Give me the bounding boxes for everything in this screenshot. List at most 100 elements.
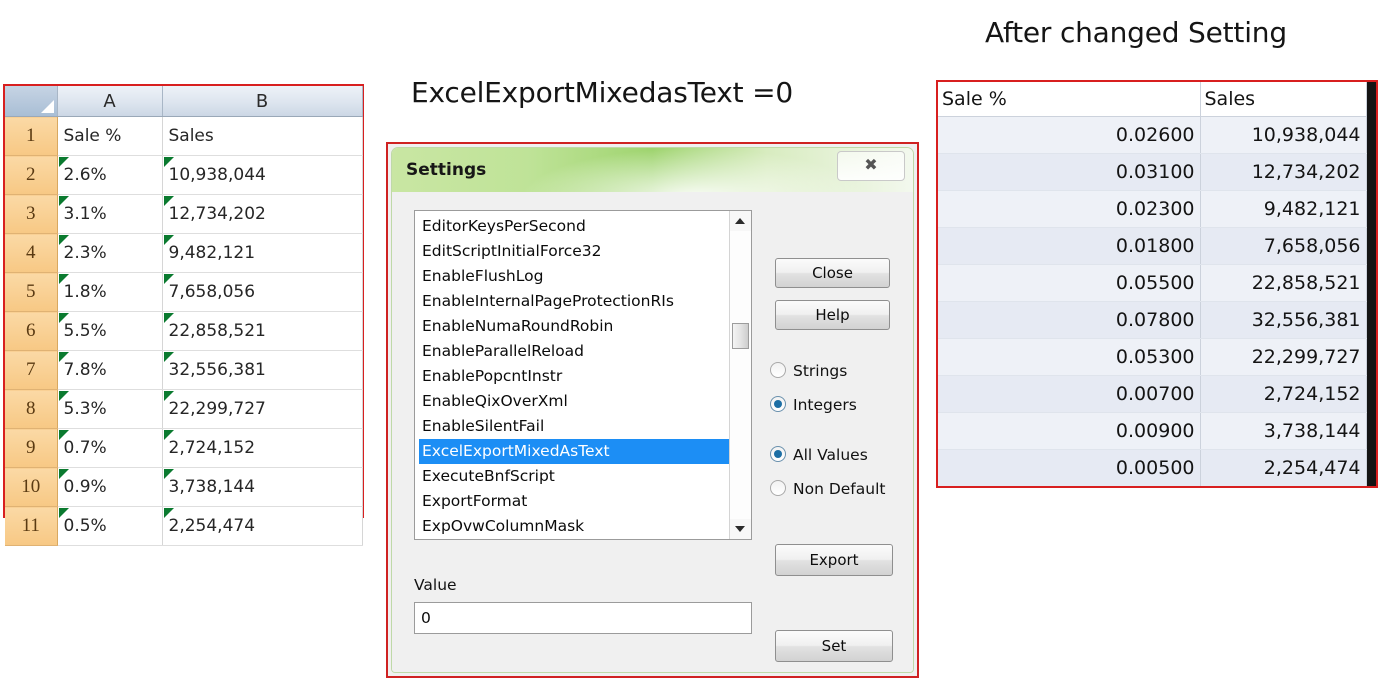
excel-spreadsheet-before[interactable]: A B 1 Sale % Sales 2 2.6% 10,938,044 3 3.1% 12,734…: [3, 84, 364, 546]
dialog-body: EditorKeysPerSecond EditScriptInitialForc…: [392, 192, 913, 672]
column-header-b: B: [162, 86, 363, 117]
table-row: 10 0.9% 3,738,144: [5, 467, 363, 507]
radio-label: Strings: [793, 362, 848, 380]
cell-sales: 22,858,521: [1200, 264, 1367, 302]
cell-b: 2,724,152: [162, 428, 363, 468]
result-scroll-bar: [1366, 449, 1376, 486]
table-row: 11 0.5% 2,254,474: [5, 506, 363, 546]
table-row: 7 7.8% 32,556,381: [5, 350, 363, 390]
table-row: 0.07800 32,556,381: [938, 301, 1376, 339]
radio-indicator: [770, 396, 786, 412]
result-scroll-bar: [1366, 153, 1376, 191]
cell-sales: 9,482,121: [1200, 190, 1367, 228]
row-header: 1: [5, 116, 58, 156]
list-item[interactable]: EnableParallelReload: [419, 339, 729, 364]
cell-b: 12,734,202: [162, 194, 363, 234]
table-row: 0.05500 22,858,521: [938, 264, 1376, 302]
export-button[interactable]: Export: [775, 544, 893, 576]
radio-label: All Values: [793, 446, 868, 464]
row-header: 3: [5, 194, 58, 234]
row-header: 4: [5, 233, 58, 273]
column-header-a: A: [57, 86, 163, 117]
cell-sale-pct: 0.00700: [938, 375, 1201, 413]
cell-b: 7,658,056: [162, 272, 363, 312]
cell-sales: 2,724,152: [1200, 375, 1367, 413]
cell-sale-pct: 0.02600: [938, 116, 1201, 154]
row-header: 2: [5, 155, 58, 195]
list-item[interactable]: EnableInternalPageProtectionRIs: [419, 289, 729, 314]
cell-sale-pct: 0.00500: [938, 449, 1201, 486]
cell-a: 5.3%: [57, 389, 163, 429]
settings-dialog[interactable]: Settings ✖ EditorKeysPerSecond EditScript…: [386, 142, 919, 678]
row-header: 6: [5, 311, 58, 351]
cell-a: 2.6%: [57, 155, 163, 195]
cell-b: 22,858,521: [162, 311, 363, 351]
table-row: 2 2.6% 10,938,044: [5, 155, 363, 195]
list-item[interactable]: EditScriptInitialForce32: [419, 239, 729, 264]
table-row: 6 5.5% 22,858,521: [5, 311, 363, 351]
list-item[interactable]: ExportFormat: [419, 489, 729, 514]
radio-indicator: [770, 480, 786, 496]
table-row: 4 2.3% 9,482,121: [5, 233, 363, 273]
settings-list[interactable]: EditorKeysPerSecond EditScriptInitialForc…: [414, 210, 752, 540]
cell-sale-pct: 0.01800: [938, 227, 1201, 265]
radio-strings[interactable]: Strings: [770, 362, 847, 380]
cell-a: 2.3%: [57, 233, 163, 273]
close-icon[interactable]: ✖: [837, 151, 905, 181]
list-item[interactable]: EnableFlushLog: [419, 264, 729, 289]
excel-table: A B 1 Sale % Sales 2 2.6% 10,938,044 3 3.1% 12,734…: [5, 86, 363, 546]
cell-a: 0.7%: [57, 428, 163, 468]
help-button[interactable]: Help: [775, 300, 890, 330]
list-item[interactable]: EnableNumaRoundRobin: [419, 314, 729, 339]
cell-sales: 2,254,474: [1200, 449, 1367, 486]
list-scrollbar[interactable]: [729, 211, 751, 539]
table-row: 0.01800 7,658,056: [938, 227, 1376, 265]
radio-label: Non Default: [793, 480, 886, 498]
dialog-title-bar[interactable]: Settings ✖: [392, 148, 913, 193]
cell-a: 5.5%: [57, 311, 163, 351]
result-scroll-bar: [1366, 116, 1376, 154]
result-table-after[interactable]: Sale % Sales 0.02600 10,938,044 0.03100 12,7…: [936, 80, 1378, 488]
value-input[interactable]: [414, 602, 752, 634]
scrollbar-thumb[interactable]: [732, 323, 749, 349]
row-header: 10: [5, 467, 58, 507]
cell-b: 22,299,727: [162, 389, 363, 429]
value-label: Value: [414, 576, 457, 594]
list-item[interactable]: EnableQixOverXml: [419, 389, 729, 414]
list-item[interactable]: ExpOvwColumnMask: [419, 514, 729, 539]
table-row: 1 Sale % Sales: [5, 116, 363, 156]
table-row: 0.02600 10,938,044: [938, 116, 1376, 154]
list-item[interactable]: ExecuteBnfScript: [419, 464, 729, 489]
cell-a: Sale %: [57, 116, 163, 156]
table-row: 0.00900 3,738,144: [938, 412, 1376, 450]
radio-non-default[interactable]: Non Default: [770, 480, 885, 498]
list-item[interactable]: EditorKeysPerSecond: [419, 214, 729, 239]
cell-sale-pct: 0.05300: [938, 338, 1201, 376]
result-scroll-bar: [1366, 264, 1376, 302]
table-row: 8 5.3% 22,299,727: [5, 389, 363, 429]
cell-sales: 32,556,381: [1200, 301, 1367, 339]
list-item[interactable]: ExcelExportMixedAsText: [419, 439, 729, 464]
table-row: 9 0.7% 2,724,152: [5, 428, 363, 468]
set-button[interactable]: Set: [775, 630, 893, 662]
close-button[interactable]: Close: [775, 258, 890, 288]
table-row: 0.00500 2,254,474: [938, 449, 1376, 486]
list-item[interactable]: EnableSilentFail: [419, 414, 729, 439]
list-item[interactable]: EnablePopcntInstr: [419, 364, 729, 389]
result-table: Sale % Sales 0.02600 10,938,044 0.03100 12,7…: [938, 82, 1376, 486]
dialog-title: Settings: [406, 160, 487, 180]
result-header-sales: Sales: [1200, 82, 1367, 117]
dialog-frame: Settings ✖ EditorKeysPerSecond EditScript…: [391, 147, 914, 673]
row-header: 11: [5, 506, 58, 546]
cell-sales: 22,299,727: [1200, 338, 1367, 376]
result-scroll-bar: [1366, 301, 1376, 339]
triangle-down-icon[interactable]: [730, 519, 751, 539]
table-row: 0.00700 2,724,152: [938, 375, 1376, 413]
cell-sale-pct: 0.05500: [938, 264, 1201, 302]
cell-sales: 3,738,144: [1200, 412, 1367, 450]
cell-a: 1.8%: [57, 272, 163, 312]
radio-integers[interactable]: Integers: [770, 396, 857, 414]
triangle-up-icon[interactable]: [730, 211, 751, 231]
cell-b: 9,482,121: [162, 233, 363, 273]
radio-all-values[interactable]: All Values: [770, 446, 868, 464]
